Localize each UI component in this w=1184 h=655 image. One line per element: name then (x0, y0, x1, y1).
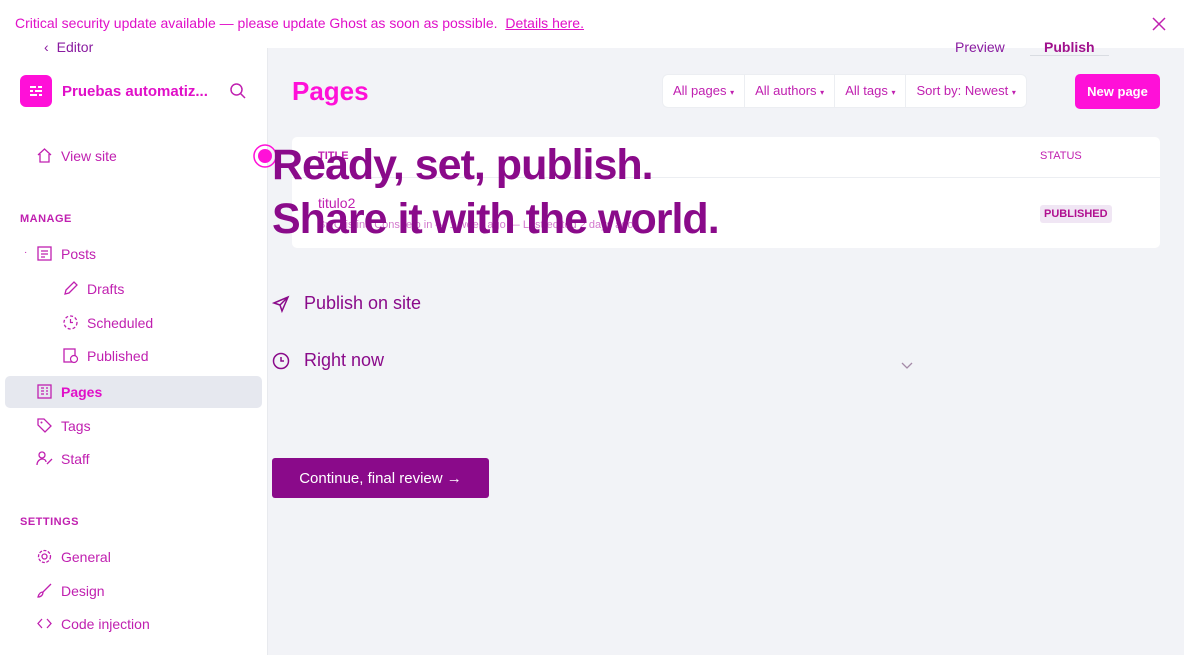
filter-all-tags[interactable]: All tags ▾ (835, 75, 907, 107)
sidebar-item-posts[interactable]: Posts (36, 245, 96, 262)
sidebar-item-design[interactable]: Design (36, 582, 105, 599)
publish-option-time-label: Right now (304, 350, 385, 370)
pages-label: Pages (61, 383, 103, 400)
new-page-button[interactable]: New page (1075, 74, 1160, 109)
filter-sort[interactable]: Sort by: Newest ▾ (906, 75, 1025, 107)
code-injection-label: Code injection (61, 615, 150, 632)
publish-option-site-label: Publish on site (304, 293, 422, 313)
published-label: Published (87, 347, 149, 364)
preview-button[interactable]: Preview (955, 39, 1005, 55)
search-icon[interactable] (229, 82, 247, 100)
sidebar-item-view-site[interactable]: View site (36, 147, 117, 164)
continue-final-review-button[interactable]: Continue, final review → (272, 458, 489, 498)
banner-message: Critical security update available — ple… (15, 15, 584, 31)
site-name: Pruebas automatiz... (62, 82, 208, 100)
back-to-editor-button[interactable]: ‹ Editor (44, 39, 93, 55)
publish-option-time[interactable]: Right now (272, 350, 384, 371)
site-brand[interactable]: Pruebas automatiz... (20, 75, 208, 107)
tags-label: Tags (61, 417, 91, 434)
posts-expand-dot[interactable]: · (24, 247, 27, 258)
view-site-label: View site (61, 147, 117, 164)
settings-section-label: SETTINGS (20, 516, 80, 528)
staff-label: Staff (61, 450, 90, 467)
banner-text: Critical security update available — ple… (15, 15, 498, 31)
sidebar-item-tags[interactable]: Tags (36, 417, 91, 434)
sidebar-item-drafts[interactable]: Drafts (62, 280, 124, 297)
banner-details-link[interactable]: Details here. (505, 15, 584, 31)
page-title: Pages (292, 76, 369, 106)
column-header-status: STATUS (1040, 150, 1082, 162)
close-icon[interactable] (1150, 15, 1168, 33)
sidebar-item-staff[interactable]: Staff (36, 450, 90, 467)
clock-icon (272, 352, 290, 369)
editor-label: Editor (56, 39, 94, 55)
publish-option-site[interactable]: Publish on site (272, 293, 421, 314)
home-icon (37, 148, 52, 163)
publish-headline-line1: Ready, set, publish. (272, 141, 654, 189)
manage-section-label: MANAGE (20, 213, 72, 225)
general-label: General (61, 548, 111, 565)
publish-headline: Ready, set, publish. Share it with the w… (272, 138, 720, 246)
tag-icon (37, 418, 52, 433)
publish-button[interactable]: Publish (1030, 39, 1109, 56)
posts-label: Posts (61, 245, 97, 262)
pencil-icon (64, 281, 78, 295)
code-icon (37, 618, 52, 629)
sidebar-item-scheduled[interactable]: Scheduled (62, 314, 153, 331)
security-banner: Critical security update available — ple… (0, 0, 1184, 48)
filter-all-pages[interactable]: All pages ▾ (663, 75, 746, 107)
sidebar-item-code-injection[interactable]: Code injection (36, 615, 150, 632)
filter-bar: All pages ▾ All authors ▾ All tags ▾ Sor… (663, 75, 1026, 107)
sidebar-item-pages[interactable]: Pages (36, 383, 102, 400)
chevron-left-icon: ‹ (44, 39, 49, 55)
pages-icon (37, 384, 52, 399)
published-icon (63, 348, 79, 364)
publish-headline-line2: Share it with the world. (272, 195, 720, 243)
design-label: Design (61, 582, 105, 599)
posts-icon (37, 246, 52, 261)
send-icon (272, 295, 290, 313)
status-badge: PUBLISHED (1040, 205, 1112, 223)
clock-icon (63, 315, 78, 330)
chevron-down-icon[interactable] (900, 358, 914, 372)
scheduled-label: Scheduled (87, 314, 154, 331)
filter-all-authors[interactable]: All authors ▾ (745, 75, 836, 107)
brush-icon (37, 583, 52, 598)
staff-icon (36, 451, 53, 466)
site-logo-icon (20, 75, 52, 107)
gear-icon (37, 549, 52, 564)
drafts-label: Drafts (87, 280, 125, 297)
sidebar-item-general[interactable]: General (36, 548, 111, 565)
sidebar-item-published[interactable]: Published (62, 347, 149, 364)
